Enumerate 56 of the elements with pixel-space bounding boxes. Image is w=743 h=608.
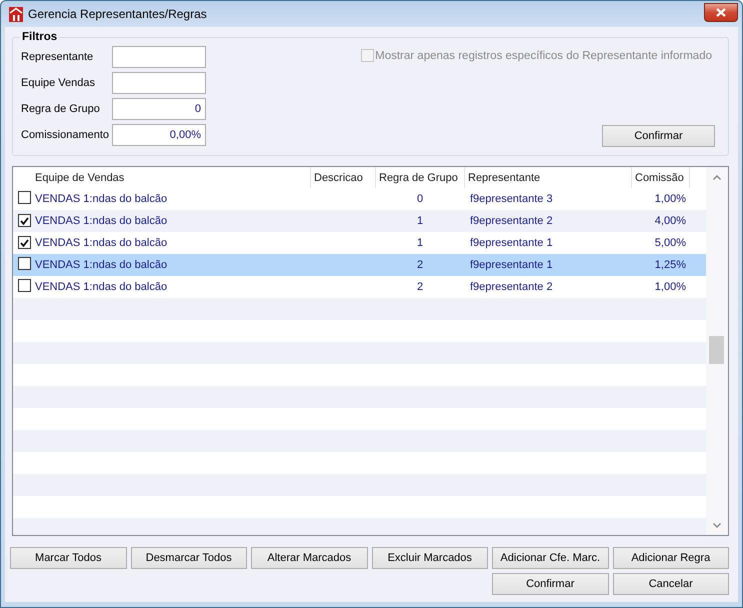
row-checkbox[interactable] (18, 214, 31, 228)
app-logo-icon (9, 6, 23, 22)
table-cell-text: 4,00% (654, 215, 687, 227)
action-button[interactable]: Adicionar Regra (612, 547, 729, 569)
checkmark-icon (20, 216, 29, 225)
table-cell-text: 1 (416, 237, 424, 249)
table-cell-text: VENDAS 1:ndas do balcão (34, 215, 168, 227)
table-cell-text: f9epresentante 2 (469, 281, 554, 293)
table-row[interactable]: VENDAS 1:ndas do balcão 1 f9epresentante 2 4,00% (13, 210, 706, 232)
action-button[interactable]: Adicionar Cfe. Marc. (492, 547, 608, 569)
table-cell-text: 1,25% (654, 259, 687, 271)
table-cell-text: VENDAS 1:ndas do balcão (34, 237, 168, 249)
table-cell-text: VENDAS 1:ndas do balcão (34, 281, 168, 293)
close-icon (716, 8, 726, 17)
row-checkbox[interactable] (18, 191, 31, 204)
checkmark-icon (20, 238, 29, 247)
table-cell-text: 5,00% (654, 237, 687, 249)
scroll-up-icon[interactable] (713, 175, 721, 180)
action-button[interactable]: Marcar Todos (10, 547, 126, 569)
table-cell-text: 2 (416, 281, 424, 293)
action-button[interactable]: Desmarcar Todos (130, 547, 247, 569)
table-cell-text: f9epresentante 2 (469, 215, 554, 227)
table-cell-text: VENDAS 1:ndas do balcão (34, 259, 168, 271)
dialog-button[interactable]: Confirmar (492, 573, 608, 595)
table-cell-text: 1,00% (654, 193, 687, 205)
dialog-button[interactable]: Cancelar (612, 573, 729, 595)
window-title: Gerencia Representantes/Regras (28, 7, 207, 21)
field-label: Comissionamento (21, 129, 110, 141)
table-cell-text: VENDAS 1:ndas do balcão (34, 193, 168, 205)
input-field[interactable]: 0 (112, 98, 206, 120)
table-cell-text: f9epresentante 1 (469, 237, 554, 249)
close-button[interactable] (704, 3, 738, 22)
table-cell-text: f9epresentante 3 (469, 193, 554, 205)
field-label: Equipe Vendas (21, 77, 96, 89)
table-cell-text: 1,00% (654, 281, 687, 293)
scrollbar-thumb[interactable] (709, 336, 724, 364)
row-checkbox[interactable] (18, 279, 31, 292)
table-row[interactable]: VENDAS 1:ndas do balcão 2 f9epresentante 1 1,25% (13, 254, 706, 276)
scroll-down-icon[interactable] (713, 523, 721, 528)
action-button[interactable]: Alterar Marcados (251, 547, 368, 569)
input-field[interactable]: 0,00% (112, 124, 206, 146)
group-title: Filtros (21, 31, 58, 43)
scrollbar-track[interactable] (706, 167, 728, 535)
row-checkbox[interactable] (18, 257, 31, 270)
row-checkbox[interactable] (18, 236, 31, 250)
checkbox-label: Mostrar apenas registros específicos do Representante informado (375, 50, 712, 62)
input-field[interactable] (112, 72, 206, 94)
table-cell-text: 1 (416, 215, 424, 227)
field-label: Regra de Grupo (21, 103, 101, 115)
table-cell-text: 2 (416, 259, 424, 271)
input-field[interactable] (112, 46, 206, 68)
table-cell-text: f9epresentante 1 (469, 259, 554, 271)
confirm-button[interactable]: Confirmar (602, 125, 715, 147)
field-label: Representante (21, 51, 94, 63)
table-cell-text: 0 (416, 193, 424, 205)
action-button[interactable]: Excluir Marcados (372, 547, 488, 569)
